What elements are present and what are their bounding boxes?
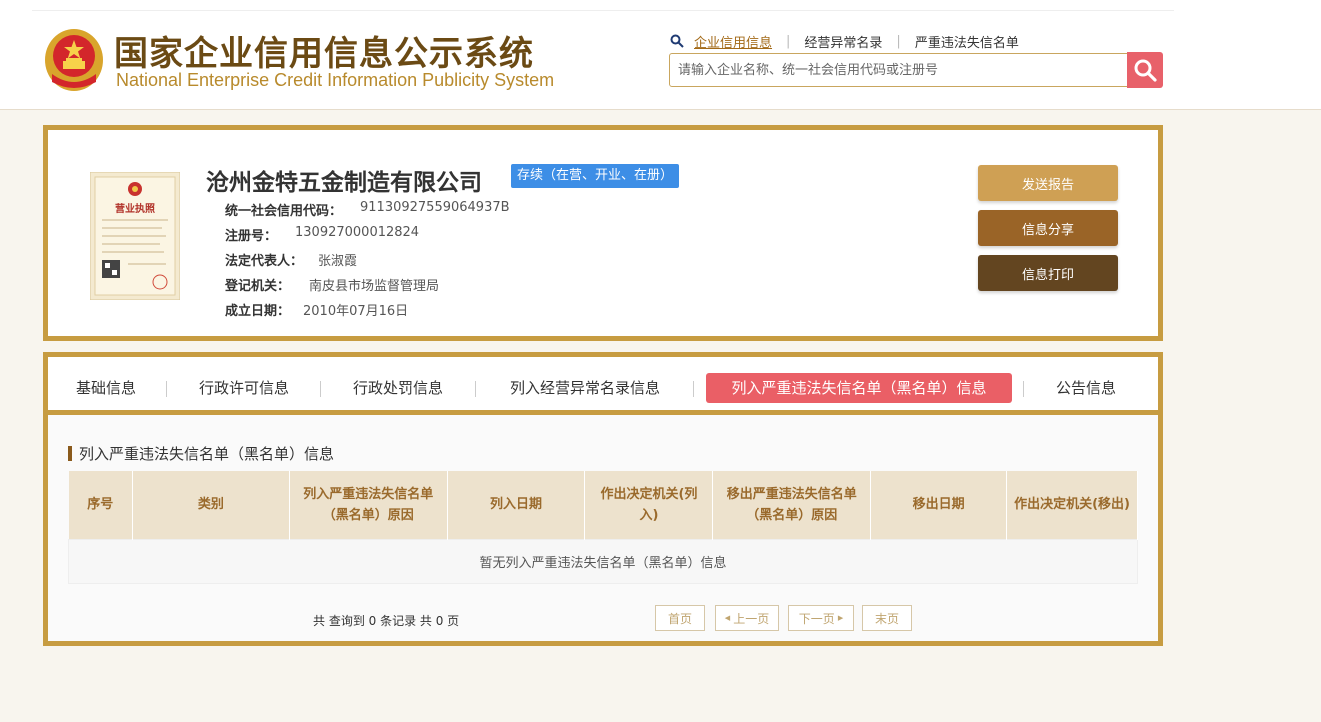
- info-row-authority: 登记机关： 南皮县市场监督管理局: [225, 275, 439, 294]
- info-row-legal-rep: 法定代表人： 张淑霞: [225, 250, 357, 269]
- business-license-image[interactable]: 营业执照: [90, 172, 180, 300]
- header-divider: [32, 10, 1174, 11]
- nav-link-blacklist[interactable]: 严重违法失信名单: [915, 32, 1019, 51]
- info-row-reg-number: 注册号： 130927000012824: [225, 225, 419, 244]
- nav-separator: |: [786, 33, 791, 49]
- info-value: 南皮县市场监督管理局: [309, 279, 440, 294]
- tab-blacklist[interactable]: 列入严重违法失信名单（黑名单）信息: [706, 373, 1012, 403]
- column-header: 序号: [68, 471, 133, 539]
- prev-page-button[interactable]: ◀ 上一页: [715, 605, 779, 631]
- nav-separator: |: [896, 33, 901, 49]
- national-emblem-icon: [45, 29, 103, 91]
- license-title: 营业执照: [115, 202, 155, 215]
- info-label: 注册号：: [225, 229, 278, 244]
- column-header: 作出决定机关(移出): [1006, 471, 1138, 539]
- column-header: 列入日期: [447, 471, 586, 539]
- section-title-marker: [68, 446, 72, 461]
- tab-admin-license[interactable]: 行政许可信息: [196, 373, 292, 403]
- nav-link-enterprise-credit[interactable]: 企业信用信息: [694, 32, 772, 51]
- search-icon: [670, 34, 684, 48]
- next-page-button[interactable]: 下一页 ▶: [788, 605, 854, 631]
- column-header: 移出严重违法失信名单（黑名单）原因: [712, 471, 872, 539]
- send-report-button[interactable]: 发送报告: [978, 165, 1118, 201]
- column-header: 作出决定机关(列入): [584, 471, 714, 539]
- print-info-button[interactable]: 信息打印: [978, 255, 1118, 291]
- tab-separator: [475, 381, 476, 397]
- tab-separator: [693, 381, 694, 397]
- tab-separator: [1023, 381, 1024, 397]
- info-value: 130927000012824: [295, 225, 420, 240]
- info-value: 张淑霞: [318, 254, 358, 269]
- blacklist-table: 序号 类别 列入严重违法失信名单（黑名单）原因 列入日期 作出决定机关(列入) …: [68, 471, 1138, 584]
- next-page-label: 下一页: [798, 611, 835, 626]
- tab-announcements[interactable]: 公告信息: [1052, 373, 1120, 403]
- tab-separator: [166, 381, 167, 397]
- tab-separator: [320, 381, 321, 397]
- detail-panel: 基础信息 行政许可信息 行政处罚信息 列入经营异常名录信息 列入严重违法失信名单…: [43, 352, 1163, 646]
- tab-admin-penalty[interactable]: 行政处罚信息: [350, 373, 446, 403]
- prev-page-label: 上一页: [733, 611, 770, 626]
- company-name: 沧州金特五金制造有限公司: [206, 170, 482, 196]
- tab-abnormal-list[interactable]: 列入经营异常名录信息: [503, 373, 667, 403]
- chevron-right-icon: ▶: [837, 614, 844, 622]
- pagination-summary: 共 查询到 0 条记录 共 0 页: [313, 614, 460, 628]
- table-header-row: 序号 类别 列入严重违法失信名单（黑名单）原因 列入日期 作出决定机关(列入) …: [68, 471, 1138, 539]
- last-page-button[interactable]: 末页: [862, 605, 912, 631]
- tab-bar: 基础信息 行政许可信息 行政处罚信息 列入经营异常名录信息 列入严重违法失信名单…: [48, 357, 1158, 415]
- column-header: 列入严重违法失信名单（黑名单）原因: [289, 471, 448, 539]
- site-header: 国家企业信用信息公示系统 National Enterprise Credit …: [0, 0, 1321, 110]
- chevron-left-icon: ◀: [724, 614, 731, 622]
- nav-link-abnormal-list[interactable]: 经营异常名录: [804, 32, 882, 51]
- search-icon: [1134, 59, 1157, 82]
- info-row-established: 成立日期： 2010年07月16日: [225, 300, 408, 319]
- table-row: 暂无列入严重违法失信名单（黑名单）信息: [68, 538, 1138, 584]
- site-title: 国家企业信用信息公示系统: [114, 34, 534, 74]
- search-input[interactable]: [669, 53, 1129, 87]
- company-card: 营业执照 沧州金特五金制造有限公司 存续（在营、开业、在册） 统一社会信用代码：…: [43, 125, 1163, 341]
- info-label: 成立日期：: [225, 304, 291, 319]
- info-label: 登记机关：: [225, 279, 291, 294]
- info-value: 91130927559064937B: [360, 200, 510, 215]
- site-subtitle: National Enterprise Credit Information P…: [116, 70, 555, 90]
- top-navigation: 企业信用信息 | 经营异常名录 | 严重违法失信名单: [670, 32, 1019, 51]
- info-label: 统一社会信用代码：: [225, 204, 343, 219]
- section-title-text: 列入严重违法失信名单（黑名单）信息: [79, 445, 335, 463]
- column-header: 移出日期: [870, 471, 1008, 539]
- tab-basic-info[interactable]: 基础信息: [74, 373, 138, 403]
- column-header: 类别: [132, 471, 290, 539]
- info-value: 2010年07月16日: [303, 304, 409, 319]
- empty-message: 暂无列入严重违法失信名单（黑名单）信息: [68, 538, 1138, 584]
- info-row-credit-code: 统一社会信用代码： 91130927559064937B: [225, 200, 510, 219]
- search-button[interactable]: [1127, 52, 1163, 88]
- share-info-button[interactable]: 信息分享: [978, 210, 1118, 246]
- section-title: 列入严重违法失信名单（黑名单）信息: [68, 443, 334, 464]
- info-label: 法定代表人：: [225, 254, 304, 269]
- status-badge: 存续（在营、开业、在册）: [511, 164, 680, 188]
- first-page-button[interactable]: 首页: [655, 605, 705, 631]
